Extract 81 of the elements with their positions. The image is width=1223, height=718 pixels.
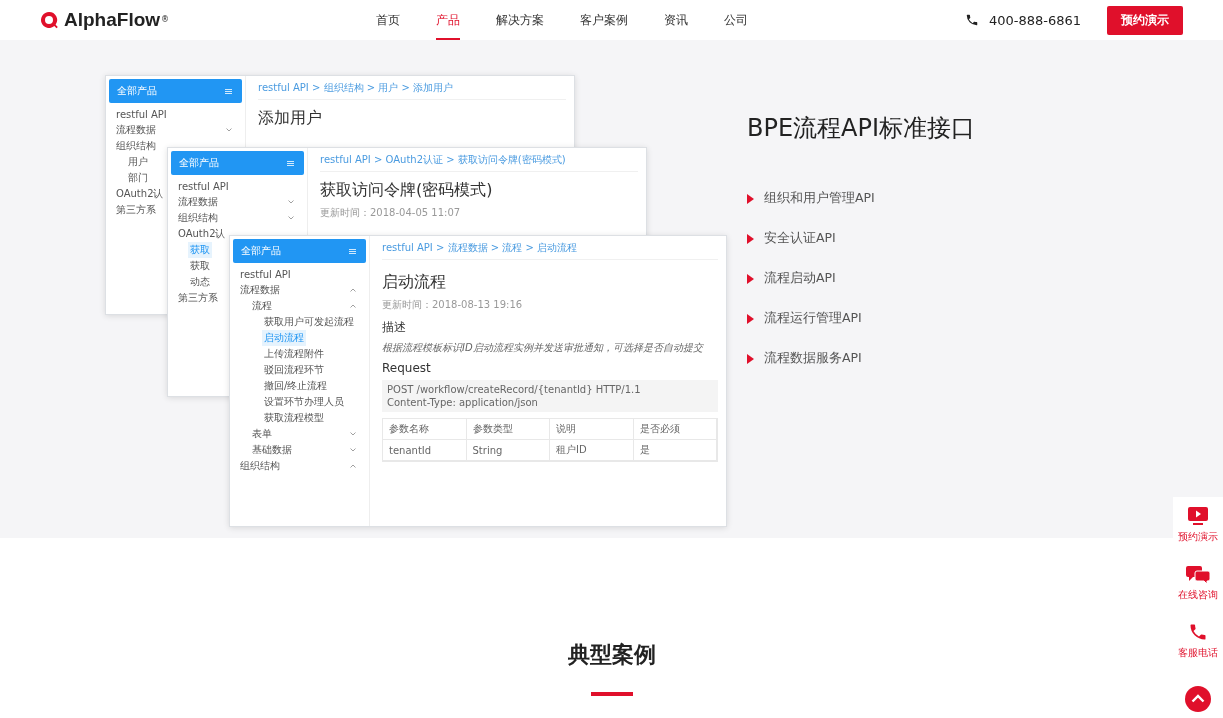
menu-item[interactable]: 流程	[250, 298, 274, 314]
phone-number: 400-888-6861	[988, 12, 1081, 28]
menu-item[interactable]: 撤回/终止流程	[262, 378, 330, 394]
column-header: 说明	[550, 419, 634, 440]
menu-item[interactable]: 获取流程模型	[262, 410, 326, 426]
menu-item[interactable]: 基础数据	[250, 442, 294, 458]
menu-item[interactable]: 第三方系	[114, 202, 158, 218]
registered-mark: ®	[161, 15, 170, 24]
nav-link[interactable]: 资讯	[664, 0, 688, 40]
back-to-top-icon[interactable]	[1185, 686, 1211, 712]
nav-link[interactable]: 解决方案	[496, 0, 544, 40]
nav-link[interactable]: 首页	[376, 0, 400, 40]
description-text: 根据流程模板标识ID启动流程实例并发送审批通知，可选择是否自动提交	[382, 341, 705, 354]
menu-item[interactable]: restful API	[176, 179, 231, 193]
menu-icon[interactable]	[225, 88, 232, 94]
table-cell: tenantId	[383, 440, 467, 461]
table-cell: 租户ID	[550, 440, 634, 461]
page-title: 启动流程	[382, 272, 447, 293]
update-time: 更新时间：2018-08-13 19:16	[382, 298, 524, 312]
bullet-icon	[747, 273, 754, 284]
table-cell: String	[466, 440, 550, 461]
column-header: 参数类型	[466, 419, 550, 440]
section-heading: 描述	[382, 319, 407, 336]
menu-item[interactable]: 流程数据	[238, 282, 282, 298]
menu-item[interactable]: OAuth2认	[176, 226, 228, 242]
phone-icon	[964, 13, 979, 27]
menu-item[interactable]: 获取用户可发起流程	[262, 314, 356, 330]
menu-item[interactable]: 设置环节办理人员	[262, 394, 346, 410]
table-cell: 是	[633, 440, 717, 461]
book-demo-button[interactable]: 预约演示	[1107, 5, 1183, 35]
page-title: 获取访问令牌(密码模式)	[320, 180, 494, 201]
breadcrumb: restful API > OAuth2认证 > 获取访问令牌(密码模式)	[320, 153, 638, 172]
menu-icon[interactable]	[349, 248, 356, 254]
breadcrumb: restful API > 组织结构 > 用户 > 添加用户	[258, 81, 566, 100]
menu-item[interactable]: 组织结构	[114, 138, 158, 154]
bullet-icon	[747, 353, 754, 364]
menu-icon[interactable]	[287, 160, 294, 166]
menu-item[interactable]: 动态	[188, 274, 212, 290]
menu-item[interactable]: restful API	[114, 107, 169, 121]
menu-item[interactable]: 驳回流程环节	[262, 362, 326, 378]
chat-bubbles-icon	[1186, 564, 1210, 584]
menu-item[interactable]: 表单	[250, 426, 274, 442]
bullet-icon	[747, 313, 754, 324]
menu-item[interactable]: 第三方系	[176, 290, 220, 306]
column-header: 是否必须	[633, 419, 717, 440]
code-line: Content-Type: application/json	[387, 396, 539, 409]
code-line: POST /workflow/createRecord/{tenantId} HTTP/1.1	[387, 383, 642, 396]
feature-point: 流程运行管理API	[764, 310, 862, 327]
nav-link[interactable]: 公司	[724, 0, 748, 40]
feature-point: 流程数据服务API	[764, 350, 862, 367]
breadcrumb: restful API > 流程数据 > 流程 > 启动流程	[382, 241, 718, 260]
section-title: 典型案例	[567, 641, 656, 669]
menu-item[interactable]: 流程数据	[114, 122, 158, 138]
page-title: 添加用户	[258, 108, 323, 129]
logo-text: AlphaFlow	[64, 9, 161, 31]
bullet-icon	[747, 193, 754, 204]
feature-point: 流程启动API	[764, 270, 836, 287]
feature-title: BPE流程API标准接口	[747, 113, 976, 144]
menu-item[interactable]: 流程数据	[176, 194, 220, 210]
menu-item[interactable]: 部门	[126, 170, 150, 186]
menu-item[interactable]: 用户	[126, 154, 150, 170]
column-header: 参数名称	[383, 419, 467, 440]
menu-item[interactable]: restful API	[238, 267, 293, 281]
logo-icon	[40, 11, 58, 29]
menu-item[interactable]: OAuth2认	[114, 186, 166, 202]
nav-link[interactable]: 客户案例	[580, 0, 628, 40]
phone-icon	[1188, 622, 1208, 642]
sidebar-title: 全部产品	[179, 156, 219, 170]
menu-item[interactable]: 获取	[188, 258, 212, 274]
feature-point: 安全认证API	[764, 230, 836, 247]
section-heading: Request	[382, 361, 432, 375]
menu-item[interactable]: 组织结构	[176, 210, 220, 226]
feature-point: 组织和用户管理API	[764, 190, 875, 207]
sidebar-title: 全部产品	[241, 244, 281, 258]
play-screen-icon	[1187, 506, 1209, 526]
title-underline	[590, 692, 633, 696]
update-time: 更新时间：2018-04-05 11:07	[320, 206, 462, 220]
menu-item[interactable]: 上传流程附件	[262, 346, 326, 362]
bullet-icon	[747, 233, 754, 244]
sidebar-title: 全部产品	[117, 84, 157, 98]
menu-item[interactable]: 组织结构	[238, 458, 282, 474]
